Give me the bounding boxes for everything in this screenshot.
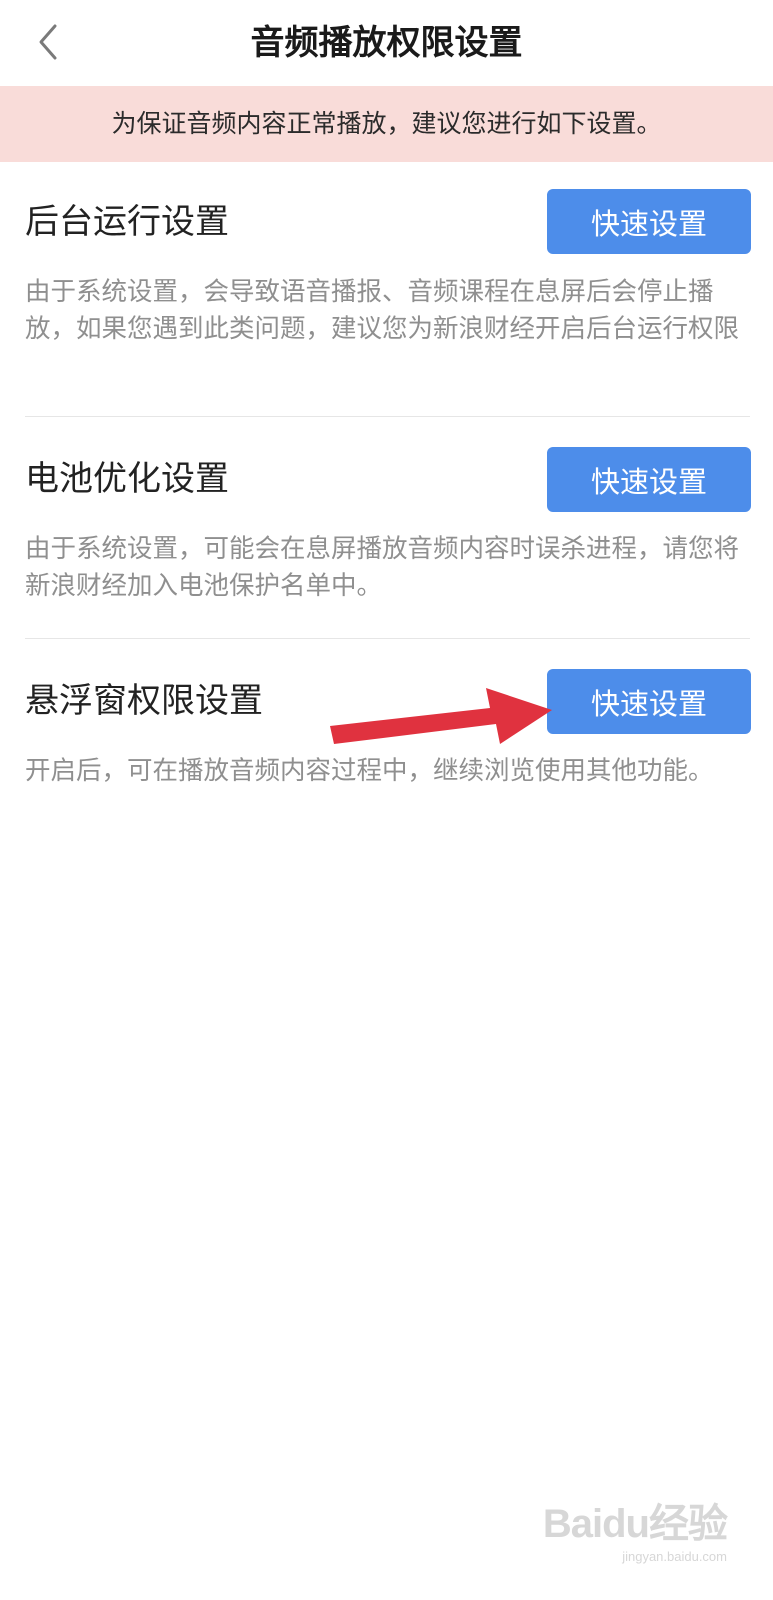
section-description: 开启后，可在播放音频内容过程中，继续浏览使用其他功能。 [25,756,714,786]
watermark-url: jingyan.baidu.com [622,1549,727,1564]
section-title: 悬浮窗权限设置 [25,681,263,721]
page-title: 音频播放权限设置 [250,23,523,63]
header-bar: 音频播放权限设置 [0,0,773,86]
section-title: 后台运行设置 [25,202,229,242]
watermark-logo: Baidu经验 [542,1502,728,1546]
notice-banner: 为保证音频内容正常播放，建议您进行如下设置。 [0,86,773,162]
chevron-left-icon [39,24,57,60]
back-button[interactable] [26,18,70,66]
section-title: 电池优化设置 [25,459,229,499]
section-background-run: 后台运行设置 快速设置 由于系统设置，会导致语音播报、音频课程在息屏后会停止播放… [25,162,751,416]
quick-setup-button-background-run[interactable]: 快速设置 [547,189,751,254]
quick-setup-button-floating-window[interactable]: 快速设置 [547,669,751,734]
section-description: 由于系统设置，可能会在息屏播放音频内容时误杀进程，请您将新浪财经加入电池保护名单… [25,534,740,601]
quick-setup-button-battery-optimization[interactable]: 快速设置 [547,447,751,512]
red-arrow-icon [330,688,552,744]
section-description: 由于系统设置，会导致语音播报、音频课程在息屏后会停止播放，如果您遇到此类问题，建… [25,277,740,344]
watermark: Baidu经验 jingyan.baidu.com [542,1491,728,1564]
section-battery-optimization: 电池优化设置 快速设置 由于系统设置，可能会在息屏播放音频内容时误杀进程，请您将… [25,417,751,638]
